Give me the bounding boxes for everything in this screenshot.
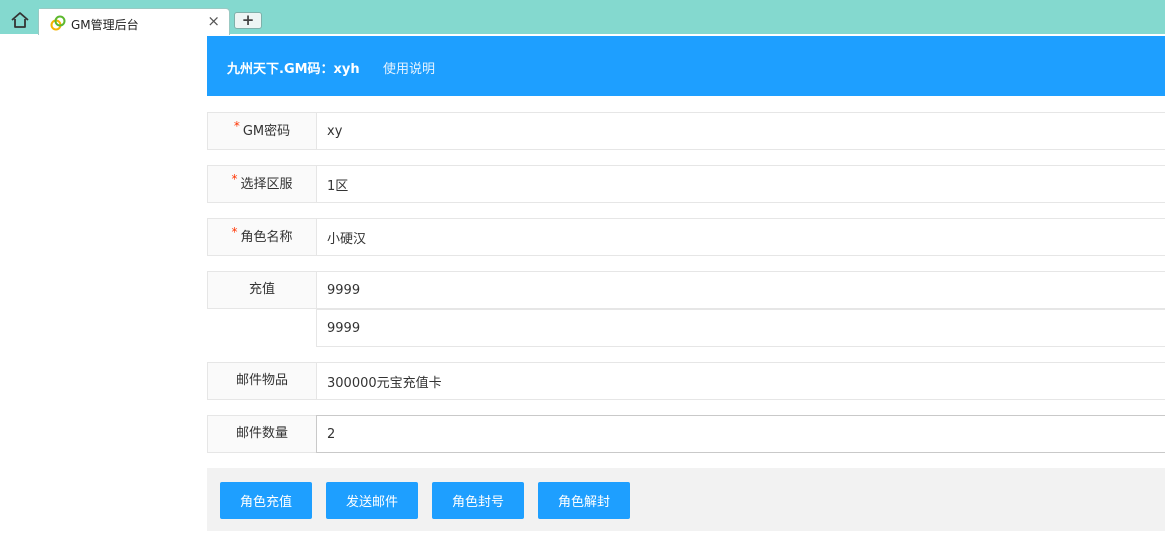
gm-password-label: * GM密码 [207, 112, 316, 150]
mail-item-select[interactable] [316, 362, 1165, 400]
form-row-mail-item: 邮件物品 [207, 362, 1165, 400]
form-row-server: * 选择区服 [207, 165, 1165, 203]
page-title: 九州天下.GM码：xyh [227, 62, 360, 77]
browser-tabstrip: GM管理后台 × + [0, 0, 1165, 35]
server-select[interactable] [316, 165, 1165, 203]
unban-role-button[interactable]: 角色解封 [538, 482, 630, 519]
page-header: 九州天下.GM码：xyh 使用说明 [207, 36, 1165, 96]
send-mail-button[interactable]: 发送邮件 [326, 482, 418, 519]
new-tab-button[interactable]: + [234, 12, 262, 29]
role-name-label: * 角色名称 [207, 218, 316, 256]
role-recharge-button[interactable]: 角色充值 [220, 482, 312, 519]
recharge-label: 充值 [207, 271, 316, 309]
required-mark: * [233, 119, 240, 133]
home-icon[interactable] [10, 11, 30, 29]
role-name-input[interactable] [316, 218, 1165, 256]
usage-guide-link[interactable]: 使用说明 [383, 58, 435, 77]
close-icon[interactable]: × [207, 13, 220, 29]
recharge-amount-confirm-input[interactable] [316, 309, 1165, 347]
required-mark: * [231, 225, 238, 239]
form-row-role-name: * 角色名称 [207, 218, 1165, 256]
form-row-gm-password: * GM密码 [207, 112, 1165, 150]
form-row-recharge: 充值 [207, 271, 1165, 309]
browser-logo-icon [50, 15, 66, 31]
server-label: * 选择区服 [207, 165, 316, 203]
gm-password-input[interactable] [316, 112, 1165, 150]
form-row-mail-qty: 邮件数量 [207, 415, 1165, 453]
mail-item-label: 邮件物品 [207, 362, 316, 400]
recharge-amount-input[interactable] [316, 271, 1165, 309]
tab-title: GM管理后台 [71, 18, 139, 32]
ban-role-button[interactable]: 角色封号 [432, 482, 524, 519]
mail-qty-label: 邮件数量 [207, 415, 316, 453]
browser-tab[interactable]: GM管理后台 × [38, 8, 230, 35]
mail-qty-input[interactable] [316, 415, 1165, 453]
action-bar: 角色充值 发送邮件 角色封号 角色解封 [207, 468, 1165, 531]
required-mark: * [231, 172, 238, 186]
